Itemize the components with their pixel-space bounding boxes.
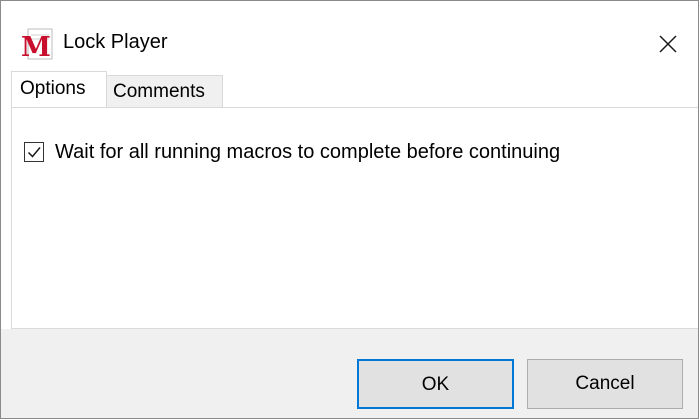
checkmark-icon: [27, 147, 41, 158]
cancel-button[interactable]: Cancel: [527, 359, 683, 409]
window-title: Lock Player: [63, 31, 168, 53]
options-panel: Wait for all running macros to complete …: [11, 107, 698, 329]
title-bar: M Lock Player: [1, 1, 698, 71]
lock-player-dialog: M Lock Player Comments Options Wait for …: [0, 0, 699, 419]
wait-checkbox-label: Wait for all running macros to complete …: [55, 141, 561, 163]
svg-text:M: M: [21, 32, 51, 62]
ok-button[interactable]: OK: [357, 359, 514, 409]
wait-checkbox[interactable]: [24, 142, 44, 162]
button-bar: OK Cancel: [1, 329, 698, 418]
macro-m-icon: M: [20, 26, 56, 63]
tab-comments[interactable]: Comments: [106, 75, 223, 107]
tab-options[interactable]: Options: [11, 71, 107, 107]
tab-strip: Comments Options: [1, 71, 698, 107]
close-icon[interactable]: [650, 26, 686, 62]
